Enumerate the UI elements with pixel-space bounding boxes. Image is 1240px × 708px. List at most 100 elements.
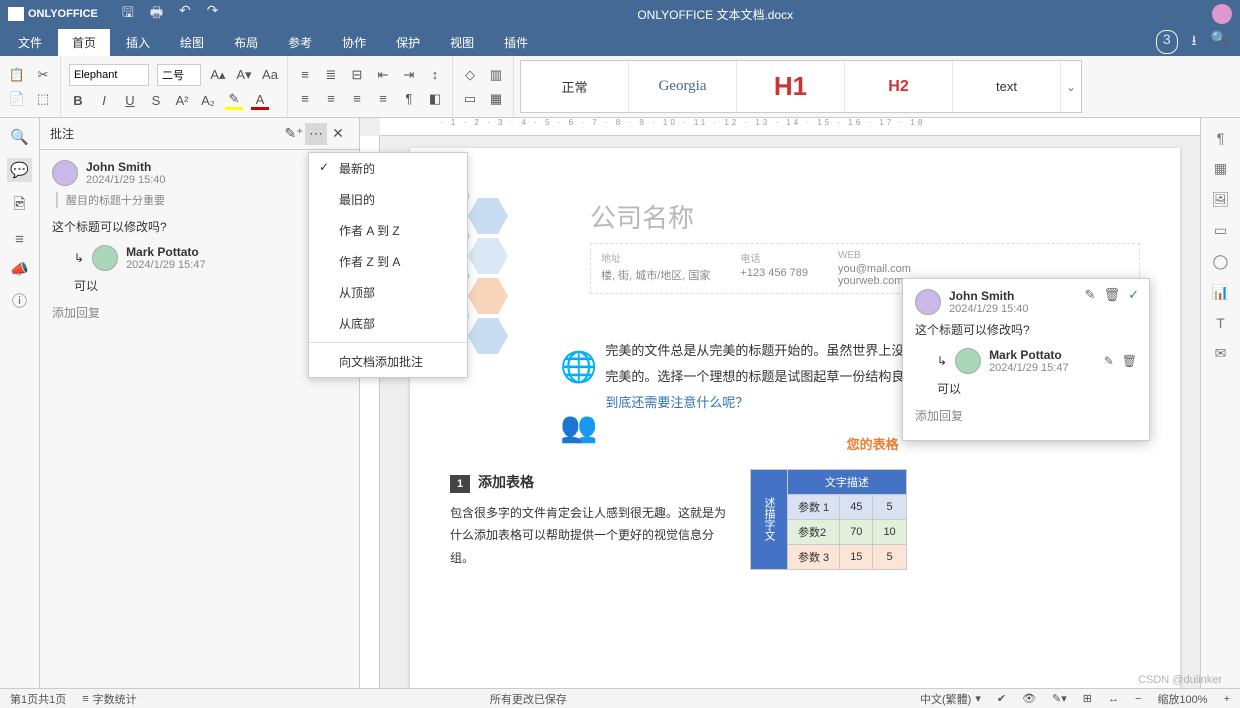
close-panel-icon[interactable]: ✕: [327, 123, 349, 145]
page-indicator[interactable]: 第1页共1页: [10, 691, 66, 707]
numbering-icon[interactable]: ≣: [322, 66, 340, 84]
zoom-out-icon[interactable]: −: [1135, 693, 1141, 705]
clear-style-icon[interactable]: ◇: [461, 66, 479, 84]
align-left-icon[interactable]: ≡: [296, 90, 314, 108]
sort-author-az[interactable]: 作者 A 到 Z: [309, 215, 467, 246]
tab-insert[interactable]: 插入: [112, 29, 164, 56]
sort-from-top[interactable]: 从顶部: [309, 277, 467, 308]
inc-indent-icon[interactable]: ⇥: [400, 66, 418, 84]
merge-icon[interactable]: ▥: [487, 66, 505, 84]
table-settings-icon[interactable]: ▦: [1214, 160, 1227, 177]
bold-icon[interactable]: B: [69, 92, 87, 110]
underline-icon[interactable]: U: [121, 92, 139, 110]
tab-home[interactable]: 首页: [58, 29, 110, 56]
sort-oldest[interactable]: 最旧的: [309, 184, 467, 215]
lang-select[interactable]: 中文(繁體) ▾: [920, 691, 981, 707]
line-spacing-icon[interactable]: ↕: [426, 66, 444, 84]
style-georgia[interactable]: Georgia: [629, 61, 737, 112]
select-icon[interactable]: ⬚: [34, 90, 52, 108]
align-center-icon[interactable]: ≡: [322, 90, 340, 108]
search-rail-icon[interactable]: 🔍: [10, 128, 29, 146]
shading-icon[interactable]: ◧: [426, 90, 444, 108]
tab-references[interactable]: 参考: [274, 29, 326, 56]
search-icon[interactable]: 🔍: [1211, 30, 1228, 54]
zoom-level[interactable]: 缩放100%: [1157, 691, 1207, 707]
textart-settings-icon[interactable]: T: [1216, 315, 1225, 331]
paragraph-settings-icon[interactable]: ¶: [1217, 130, 1225, 146]
users-badge[interactable]: 3: [1156, 30, 1178, 54]
paste-icon[interactable]: 📄: [8, 90, 26, 108]
chart-settings-icon[interactable]: 📊: [1212, 284, 1229, 301]
sort-menu-icon[interactable]: ⋯: [305, 123, 327, 145]
add-reply-link[interactable]: 添加回复: [52, 304, 347, 321]
about-rail-icon[interactable]: ⓘ: [12, 290, 27, 311]
fit-width-icon[interactable]: ↔: [1108, 693, 1119, 705]
styles-dropdown-icon[interactable]: ⌄: [1061, 61, 1081, 112]
header-settings-icon[interactable]: ▭: [1214, 222, 1227, 239]
font-size-select[interactable]: [157, 64, 201, 86]
tracking-icon[interactable]: 👁: [1022, 692, 1036, 705]
add-comment-icon[interactable]: ✎⁺: [283, 123, 305, 145]
wordcount[interactable]: ≡ 字数统计: [82, 691, 136, 707]
tab-layout[interactable]: 布局: [220, 29, 272, 56]
nonprinting-icon[interactable]: ¶: [400, 90, 418, 108]
delete-icon[interactable]: 🗑: [1104, 287, 1121, 303]
tab-view[interactable]: 视图: [436, 29, 488, 56]
comments-rail-icon[interactable]: 💬: [7, 158, 32, 182]
add-comment-to-doc[interactable]: 向文档添加批注: [309, 346, 467, 377]
popup-add-reply[interactable]: 添加回复: [915, 407, 1137, 424]
zoom-in-icon[interactable]: +: [1224, 693, 1230, 705]
style-h1[interactable]: H1: [737, 61, 845, 112]
chat-rail-icon[interactable]: 🖻: [13, 194, 25, 219]
style-text[interactable]: text: [953, 61, 1061, 112]
highlight-icon[interactable]: ✎: [225, 92, 243, 110]
avatar[interactable]: [1212, 4, 1232, 24]
print-icon[interactable]: 🖶: [150, 2, 163, 26]
track-changes-icon[interactable]: ✎▾: [1052, 692, 1067, 705]
sort-from-bottom[interactable]: 从底部: [309, 308, 467, 339]
bullets-icon[interactable]: ≡: [296, 66, 314, 84]
cut-icon[interactable]: ✂: [34, 66, 52, 84]
resolve-icon[interactable]: ✓: [1128, 287, 1139, 303]
sort-newest[interactable]: 最新的: [309, 153, 467, 184]
insert-shape-icon[interactable]: ▭: [461, 90, 479, 108]
shape-settings-icon[interactable]: ◯: [1213, 253, 1229, 270]
tab-collab[interactable]: 协作: [328, 29, 380, 56]
undo-icon[interactable]: ↶: [179, 2, 191, 26]
open-location-icon[interactable]: ⭳: [1192, 30, 1197, 54]
style-h2[interactable]: H2: [845, 61, 953, 112]
italic-icon[interactable]: I: [95, 92, 113, 110]
tab-protect[interactable]: 保护: [382, 29, 434, 56]
dec-indent-icon[interactable]: ⇤: [374, 66, 392, 84]
spellcheck-icon[interactable]: ✔: [997, 692, 1006, 705]
tab-draw[interactable]: 绘图: [166, 29, 218, 56]
subscript-icon[interactable]: A₂: [199, 92, 217, 110]
mail-settings-icon[interactable]: ✉: [1215, 345, 1227, 362]
font-color-icon[interactable]: A: [251, 92, 269, 110]
decrease-font-icon[interactable]: A▾: [235, 66, 253, 84]
navigation-rail-icon[interactable]: ≡: [15, 231, 24, 248]
ruler-horizontal[interactable]: · 1 · 2 · 3 · 4 · 5 · 6 · 7 · 8 · 9 · 10…: [380, 118, 1200, 136]
copy-icon[interactable]: 📋: [8, 66, 26, 84]
multilevel-icon[interactable]: ⊟: [348, 66, 366, 84]
justify-icon[interactable]: ≡: [374, 90, 392, 108]
insert-textart-icon[interactable]: ▦: [487, 90, 505, 108]
edit-icon[interactable]: ✎: [1085, 287, 1096, 303]
save-icon[interactable]: 🖫: [122, 2, 134, 26]
tab-plugins[interactable]: 插件: [490, 29, 542, 56]
image-settings-icon[interactable]: 🖼: [1212, 191, 1230, 208]
styles-gallery[interactable]: 正常 Georgia H1 H2 text ⌄: [520, 60, 1082, 113]
edit-icon[interactable]: ✎: [1104, 354, 1114, 368]
feedback-rail-icon[interactable]: 📣: [10, 260, 29, 278]
sort-author-za[interactable]: 作者 Z 到 A: [309, 246, 467, 277]
redo-icon[interactable]: ↷: [207, 2, 219, 26]
fit-page-icon[interactable]: ⊞: [1083, 692, 1092, 705]
change-case-icon[interactable]: Aa: [261, 66, 279, 84]
font-name-select[interactable]: [69, 64, 149, 86]
increase-font-icon[interactable]: A▴: [209, 66, 227, 84]
tab-file[interactable]: 文件: [4, 29, 56, 56]
superscript-icon[interactable]: A²: [173, 92, 191, 110]
style-normal[interactable]: 正常: [521, 61, 629, 112]
align-right-icon[interactable]: ≡: [348, 90, 366, 108]
delete-icon[interactable]: 🗑: [1122, 354, 1137, 368]
